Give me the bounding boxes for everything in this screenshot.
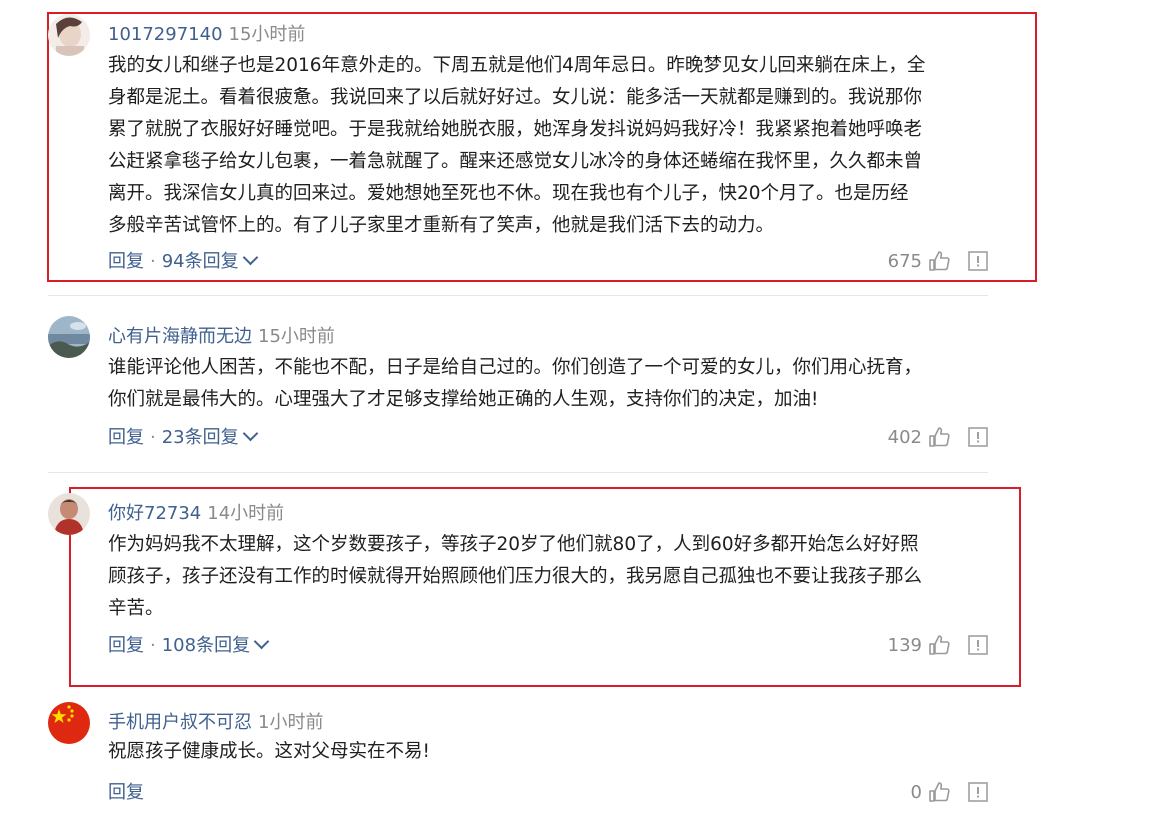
username[interactable]: 你好72734 (108, 503, 201, 524)
comment: 你好72734 14小时前 作为妈妈我不太理解，这个岁数要孩子，等孩子20岁了他们… (48, 493, 988, 678)
comment-footer: 回复 0 (108, 778, 988, 806)
avatar[interactable] (48, 316, 90, 358)
comment-actions: 402 (888, 423, 988, 451)
comment-text: 谁能评论他人困苦，不能也不配，日子是给自己过的。你们创造了一个可爱的女儿，你们用… (108, 352, 988, 416)
avatar[interactable] (48, 14, 90, 56)
comment: 心有片海静而无边 15小时前 谁能评论他人困苦，不能也不配，日子是给自己过的。你们… (48, 316, 988, 466)
comment-header: 心有片海静而无边 15小时前 (108, 322, 335, 348)
replies-toggle[interactable]: 108条回复 (161, 633, 270, 656)
report-icon[interactable] (968, 635, 988, 655)
timestamp: 15小时前 (228, 24, 306, 45)
avatar[interactable] (48, 702, 90, 744)
comment: 手机用户叔不可忍 1小时前 祝愿孩子健康成长。这对父母实在不易! 回复 0 (48, 702, 988, 812)
replies-count: 94条回复 (161, 251, 239, 272)
username[interactable]: 心有片海静而无边 (108, 326, 252, 347)
username[interactable]: 1017297140 (108, 24, 223, 45)
comment-text: 祝愿孩子健康成长。这对父母实在不易! (108, 736, 988, 768)
comment-header: 你好72734 14小时前 (108, 499, 284, 525)
comment-line: 多般辛苦试管怀上的。有了儿子家里才重新有了笑声，他就是我们活下去的动力。 (108, 215, 775, 236)
separator-dot: · (150, 251, 156, 272)
comment-line: 顾孩子，孩子还没有工作的时候就得开始照顾他们压力很大的，我另愿自己孤独也不要让我… (108, 566, 923, 587)
avatar[interactable] (48, 493, 90, 535)
comment-text: 我的女儿和继子也是2016年意外走的。下周五就是他们4周年忌日。昨晚梦见女儿回来… (108, 50, 988, 242)
timestamp: 1小时前 (258, 712, 324, 733)
comment-footer: 回复 · 94条回复 675 (108, 247, 988, 275)
like-count: 0 (910, 781, 922, 803)
chevron-down-icon (242, 249, 258, 266)
comment-line: 我的女儿和继子也是2016年意外走的。下周五就是他们4周年忌日。昨晚梦见女儿回来… (108, 55, 926, 76)
replies-toggle[interactable]: 23条回复 (161, 425, 258, 448)
comment-actions: 0 (911, 778, 988, 806)
report-icon[interactable] (968, 427, 988, 447)
thumbs-up-icon[interactable] (928, 426, 950, 448)
separator-dot: · (150, 635, 156, 656)
timestamp: 15小时前 (258, 326, 335, 347)
report-icon[interactable] (968, 251, 988, 271)
comment-line: 公赶紧拿毯子给女儿包裹，一着急就醒了。醒来还感觉女儿冰冷的身体还蜷缩在我怀里，久… (108, 151, 923, 172)
replies-count: 108条回复 (161, 635, 251, 656)
divider (48, 472, 988, 473)
comment: 1017297140 15小时前 我的女儿和继子也是2016年意外走的。下周五就是… (48, 14, 988, 284)
thumbs-up-icon[interactable] (928, 250, 950, 272)
comment-footer: 回复 · 23条回复 402 (108, 423, 988, 451)
comment-line: 祝愿孩子健康成长。这对父母实在不易! (108, 741, 430, 762)
like-count: 675 (887, 250, 922, 272)
comment-line: 谁能评论他人困苦，不能也不配，日子是给自己过的。你们创造了一个可爱的女儿，你们用… (108, 357, 923, 378)
comment-actions: 675 (888, 247, 988, 275)
like-count: 139 (887, 634, 922, 656)
comment-text: 作为妈妈我不太理解，这个岁数要孩子，等孩子20岁了他们就80了，人到60好多都开… (108, 529, 988, 625)
reply-button[interactable]: 回复 (108, 782, 144, 803)
comment-header: 1017297140 15小时前 (108, 20, 305, 46)
chevron-down-icon (253, 633, 270, 650)
thumbs-up-icon[interactable] (928, 781, 950, 803)
comment-actions: 139 (888, 631, 988, 659)
report-icon[interactable] (968, 782, 988, 802)
reply-button[interactable]: 回复 (108, 251, 144, 272)
comment-line: 作为妈妈我不太理解，这个岁数要孩子，等孩子20岁了他们就80了，人到60好多都开… (108, 534, 919, 555)
username[interactable]: 手机用户叔不可忍 (108, 712, 252, 733)
thumbs-up-icon[interactable] (928, 634, 950, 656)
comment-line: 身都是泥土。看着很疲惫。我说回来了以后就好好过。女儿说：能多活一天就都是赚到的。… (108, 87, 923, 108)
reply-button[interactable]: 回复 (108, 635, 144, 656)
comment-line: 累了就脱了衣服好好睡觉吧。于是我就给她脱衣服，她浑身发抖说妈妈我好冷！我紧紧抱着… (108, 119, 923, 140)
comment-line: 你们就是最伟大的。心理强大了才足够支撑给她正确的人生观，支持你们的决定，加油! (108, 389, 819, 410)
reply-button[interactable]: 回复 (108, 427, 144, 448)
comment-header: 手机用户叔不可忍 1小时前 (108, 708, 323, 734)
comment-line: 辛苦。 (108, 598, 164, 619)
chevron-down-icon (242, 425, 258, 442)
comment-footer: 回复 · 108条回复 139 (108, 631, 988, 659)
replies-toggle[interactable]: 94条回复 (161, 249, 258, 272)
divider (48, 295, 988, 296)
comment-line: 离开。我深信女儿真的回来过。爱她想她至死也不休。现在我也有个儿子，快20个月了。… (108, 183, 909, 204)
timestamp: 14小时前 (207, 503, 285, 524)
like-count: 402 (887, 426, 922, 448)
separator-dot: · (150, 427, 156, 448)
replies-count: 23条回复 (161, 427, 239, 448)
